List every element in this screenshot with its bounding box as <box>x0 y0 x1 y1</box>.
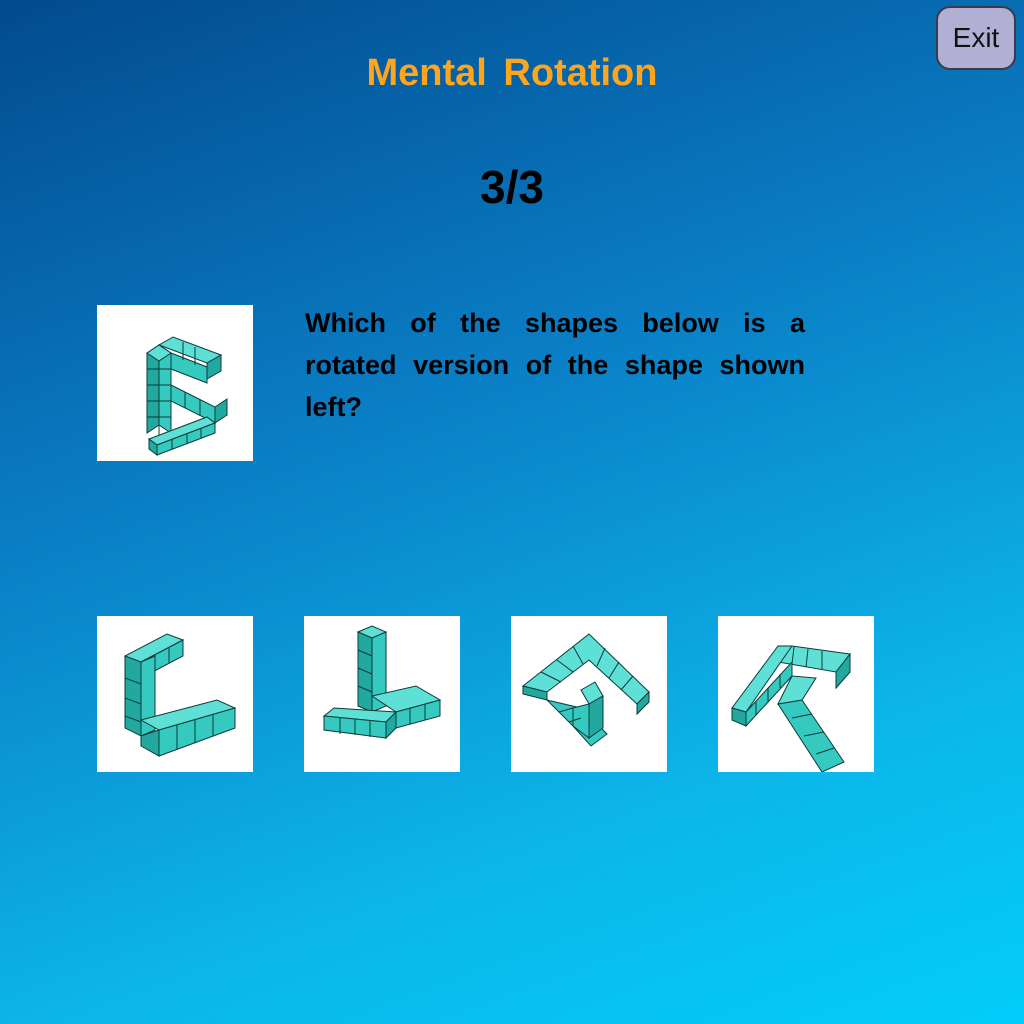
progress-counter: 3/3 <box>480 161 544 213</box>
option-d-shape-image <box>731 645 851 772</box>
option-b[interactable] <box>304 616 460 772</box>
option-c-shape-image <box>521 633 650 747</box>
option-a[interactable] <box>97 616 253 772</box>
option-b-shape-image <box>322 625 442 740</box>
page-title: Mental Rotation <box>366 52 658 94</box>
question-text: Which of the shapes below is a rotated v… <box>305 308 805 422</box>
target-shape-card <box>97 305 253 461</box>
option-a-shape-image <box>123 633 237 757</box>
option-c[interactable] <box>511 616 667 772</box>
target-shape-image <box>146 336 228 456</box>
option-d[interactable] <box>718 616 874 772</box>
